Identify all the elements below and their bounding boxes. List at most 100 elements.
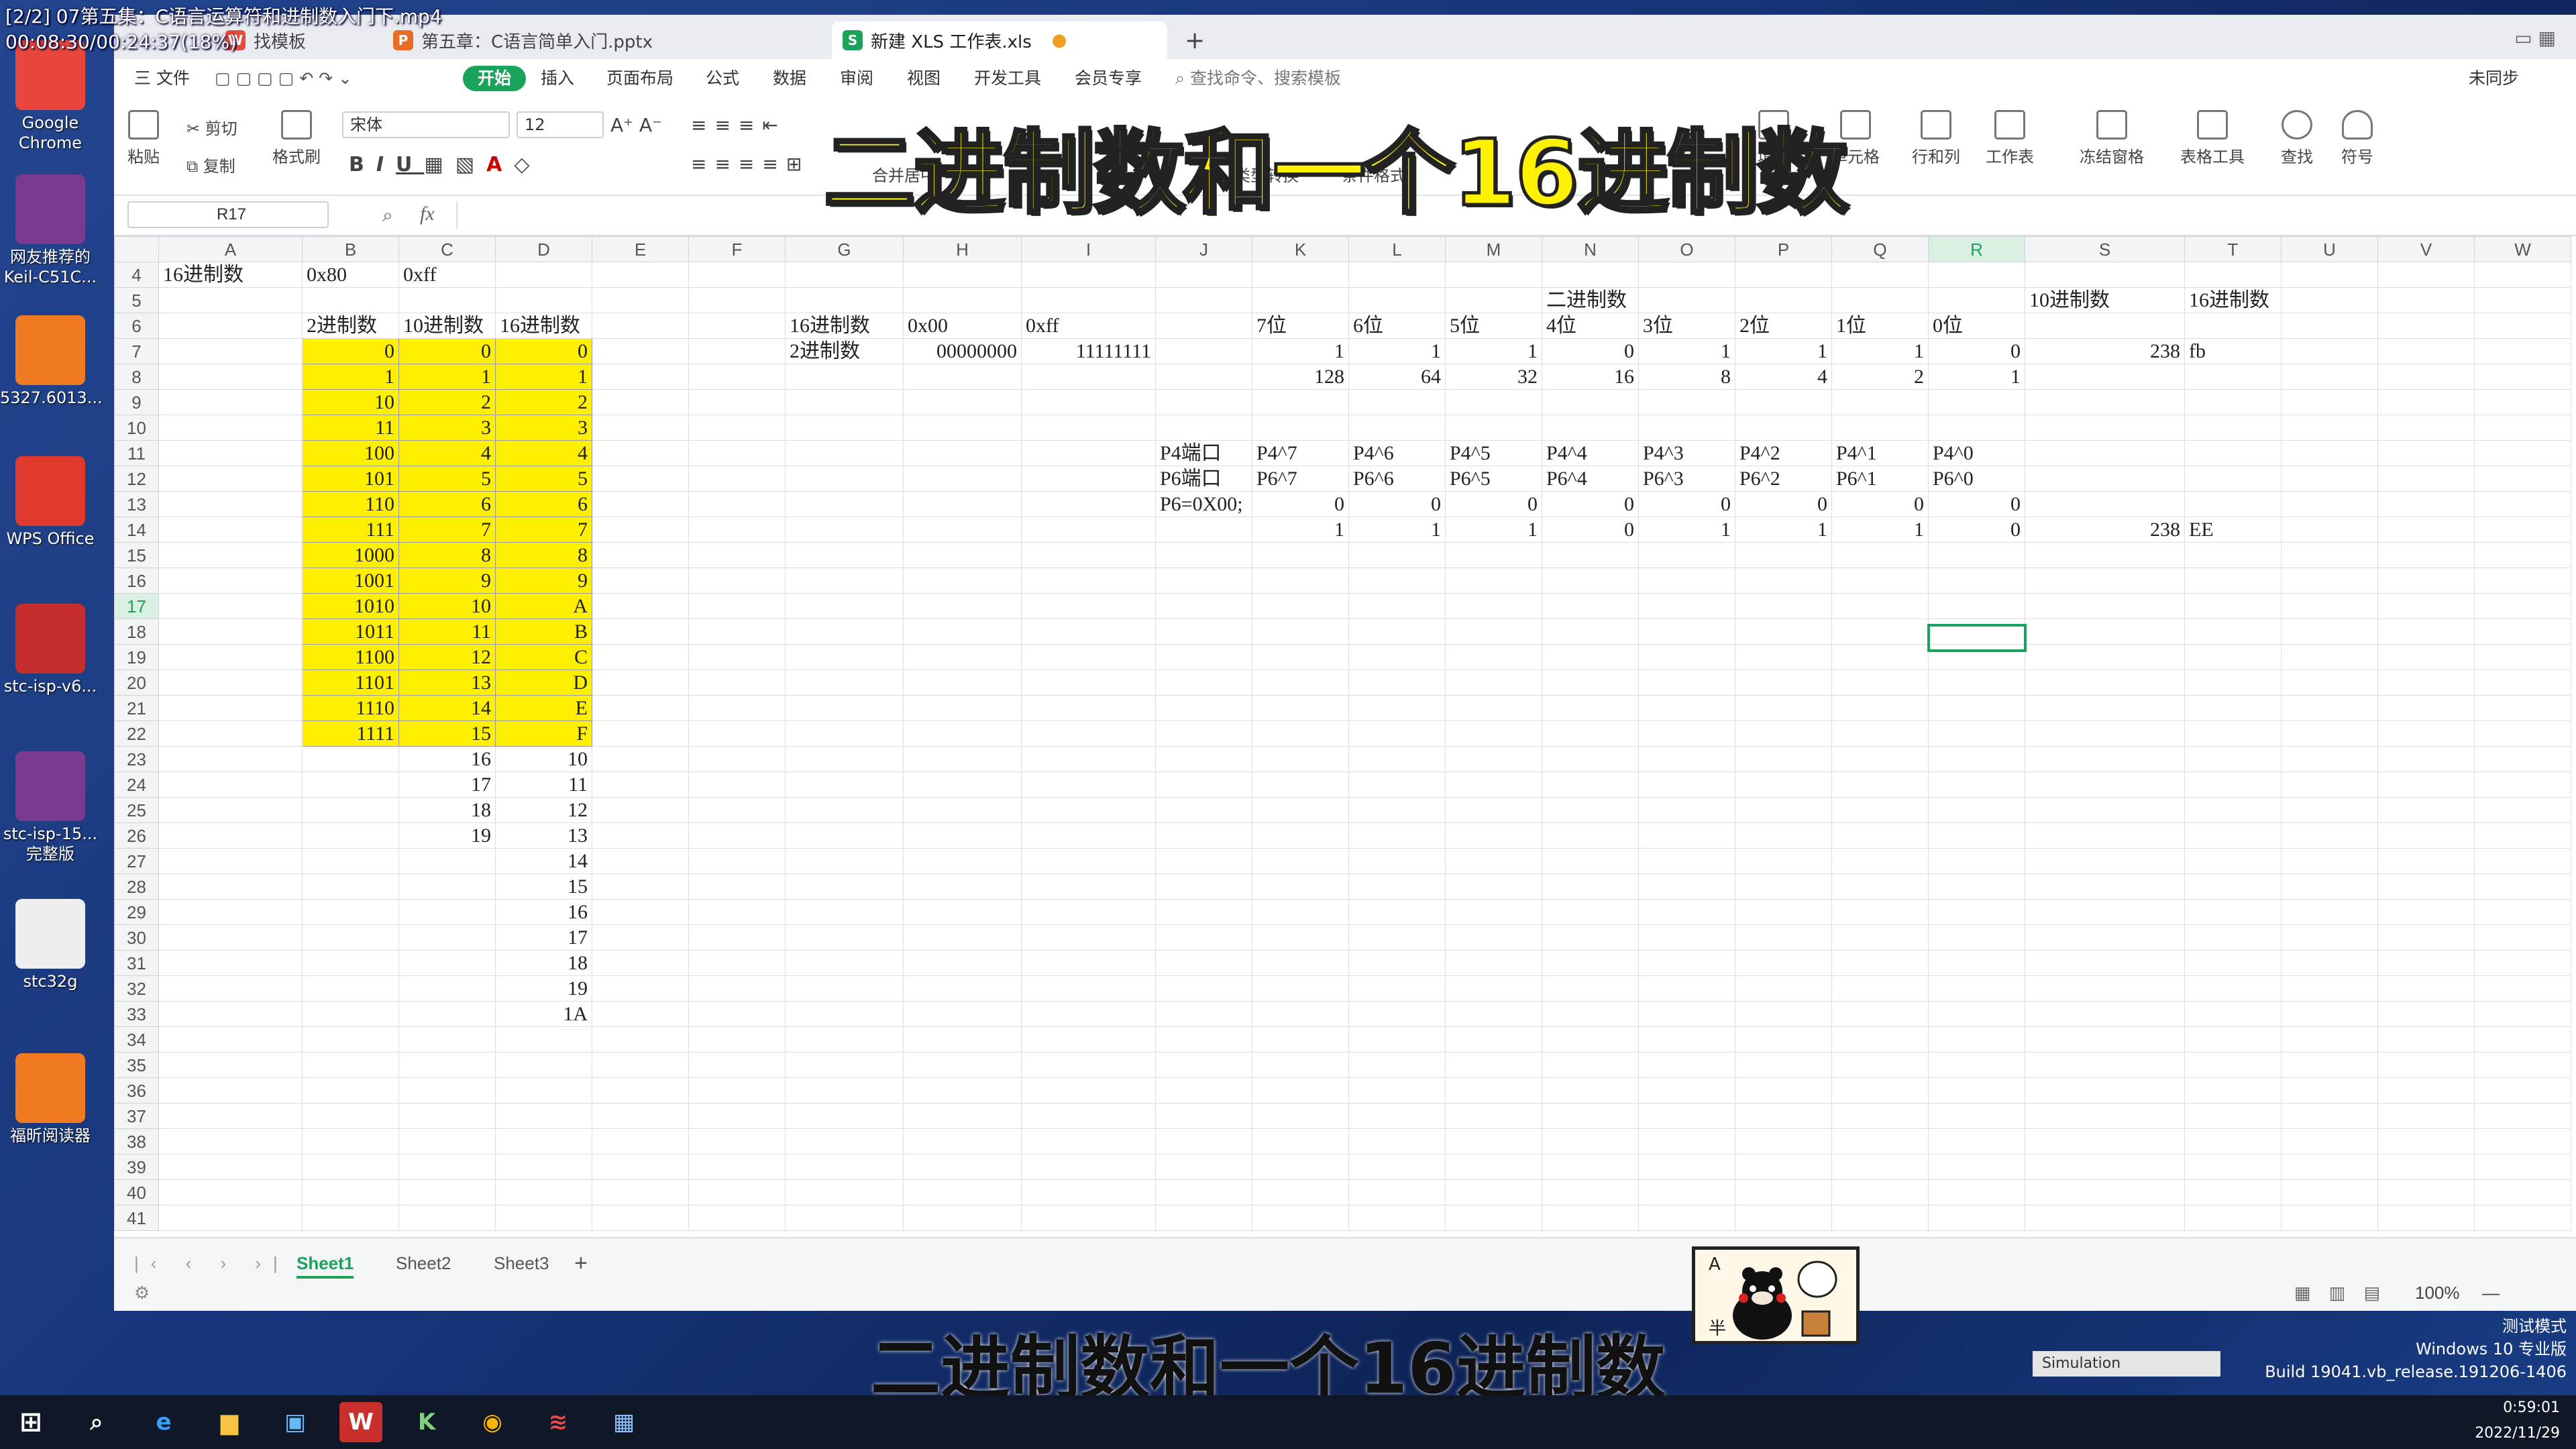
cell[interactable] <box>2184 593 2282 619</box>
cell[interactable]: 4 <box>398 440 496 466</box>
cell[interactable] <box>2025 313 2185 339</box>
cell[interactable] <box>2184 1205 2282 1231</box>
cell[interactable]: 7位 <box>1252 313 1349 339</box>
cell[interactable] <box>2281 950 2378 976</box>
cell[interactable] <box>785 644 904 670</box>
cell[interactable] <box>1831 1128 1929 1155</box>
cell[interactable] <box>785 1077 904 1104</box>
cell[interactable] <box>302 1077 399 1104</box>
cell[interactable] <box>1021 1077 1156 1104</box>
cell[interactable] <box>2025 644 2185 670</box>
menu-home[interactable]: 开始 <box>463 66 527 91</box>
cell[interactable] <box>1638 389 1735 415</box>
cell[interactable]: 8 <box>1638 364 1735 390</box>
desktop-icon[interactable]: 网友推荐的 Keil-C51C... <box>0 174 101 287</box>
cell[interactable]: C <box>495 644 592 670</box>
menu-data[interactable]: 数据 <box>773 66 806 91</box>
cell[interactable] <box>495 1077 592 1104</box>
row-header[interactable]: 11 <box>114 440 159 466</box>
cell[interactable] <box>1831 262 1929 288</box>
cell[interactable] <box>592 287 689 313</box>
cell[interactable] <box>2474 1128 2571 1155</box>
cell[interactable] <box>1928 1026 2025 1053</box>
cell[interactable] <box>2377 262 2475 288</box>
cell[interactable] <box>903 287 1022 313</box>
cell[interactable] <box>398 848 496 874</box>
cell[interactable] <box>1252 797 1349 823</box>
cell[interactable] <box>1445 746 1542 772</box>
stc-isp-taskbar-icon[interactable]: ≋ <box>537 1402 580 1442</box>
cell[interactable] <box>785 797 904 823</box>
cell[interactable] <box>1831 568 1929 594</box>
column-header[interactable]: G <box>785 236 904 262</box>
cell[interactable]: P6^4 <box>1542 466 1639 492</box>
column-header[interactable]: J <box>1155 236 1252 262</box>
cell[interactable] <box>1638 287 1735 313</box>
menu-file[interactable]: 三 文件 <box>134 66 190 91</box>
cell[interactable] <box>1445 415 1542 441</box>
cell[interactable] <box>785 262 904 288</box>
cell[interactable] <box>1252 593 1349 619</box>
cell[interactable] <box>2184 542 2282 568</box>
tab-xls[interactable]: S 新建 XLS 工作表.xls ● <box>832 21 1167 59</box>
cell[interactable]: 9 <box>495 568 592 594</box>
cell[interactable] <box>785 669 904 696</box>
cell[interactable]: 3 <box>398 415 496 441</box>
cell[interactable]: 19 <box>398 822 496 849</box>
cell[interactable] <box>785 619 904 645</box>
cell[interactable]: 4 <box>495 440 592 466</box>
cell[interactable] <box>1155 389 1252 415</box>
cell-grid[interactable]: A B C D E F G H I J K L M N O P Q R S T U V W 4 16进制数 0x80 0xff 5 二进… <box>114 236 2571 1231</box>
cell[interactable] <box>688 822 786 849</box>
cell[interactable]: 14 <box>398 695 496 721</box>
cell[interactable] <box>2025 1026 2185 1053</box>
search-icon[interactable]: ⌕ <box>75 1402 118 1442</box>
cell[interactable] <box>1155 873 1252 900</box>
cell[interactable] <box>1445 975 1542 1002</box>
cell[interactable] <box>1252 1205 1349 1231</box>
cell[interactable] <box>158 440 303 466</box>
cell[interactable] <box>2025 389 2185 415</box>
cell[interactable]: P6^1 <box>1831 466 1929 492</box>
cell[interactable] <box>2184 389 2282 415</box>
cell[interactable] <box>1348 389 1446 415</box>
cell[interactable] <box>903 873 1022 900</box>
cell[interactable] <box>1348 1154 1446 1180</box>
column-header[interactable]: S <box>2025 236 2185 262</box>
store-icon[interactable]: ▣ <box>274 1402 317 1442</box>
cell[interactable] <box>2474 440 2571 466</box>
cell[interactable] <box>2025 797 2185 823</box>
cell[interactable]: 4 <box>1735 364 1832 390</box>
calculator-icon[interactable]: ▦ <box>602 1402 645 1442</box>
cell[interactable] <box>785 720 904 747</box>
cell[interactable]: P4^0 <box>1928 440 2025 466</box>
cell[interactable] <box>592 720 689 747</box>
cell[interactable] <box>1252 848 1349 874</box>
cell[interactable] <box>1021 1052 1156 1078</box>
cell[interactable] <box>302 822 399 849</box>
cell[interactable] <box>1542 542 1639 568</box>
cell[interactable] <box>2184 1103 2282 1129</box>
cell[interactable] <box>592 542 689 568</box>
cell[interactable] <box>2377 415 2475 441</box>
cell[interactable]: 1 <box>302 364 399 390</box>
row-header[interactable]: 37 <box>114 1103 159 1129</box>
cell[interactable] <box>785 950 904 976</box>
cell[interactable] <box>2474 950 2571 976</box>
cell[interactable] <box>592 568 689 594</box>
cell[interactable] <box>785 1026 904 1053</box>
cell[interactable] <box>1445 1001 1542 1027</box>
row-header[interactable]: 17 <box>114 593 159 619</box>
cell[interactable] <box>1021 873 1156 900</box>
cell[interactable] <box>2377 1103 2475 1129</box>
cell[interactable] <box>2377 440 2475 466</box>
cell[interactable] <box>1928 822 2025 849</box>
cell[interactable]: 6 <box>398 491 496 517</box>
cell[interactable]: 8 <box>398 542 496 568</box>
cell[interactable]: 0x00 <box>903 313 1022 339</box>
cell[interactable] <box>2474 466 2571 492</box>
cell[interactable] <box>158 720 303 747</box>
cell[interactable]: 1A <box>495 1001 592 1027</box>
cell[interactable] <box>2474 899 2571 925</box>
row-header[interactable]: 41 <box>114 1205 159 1231</box>
